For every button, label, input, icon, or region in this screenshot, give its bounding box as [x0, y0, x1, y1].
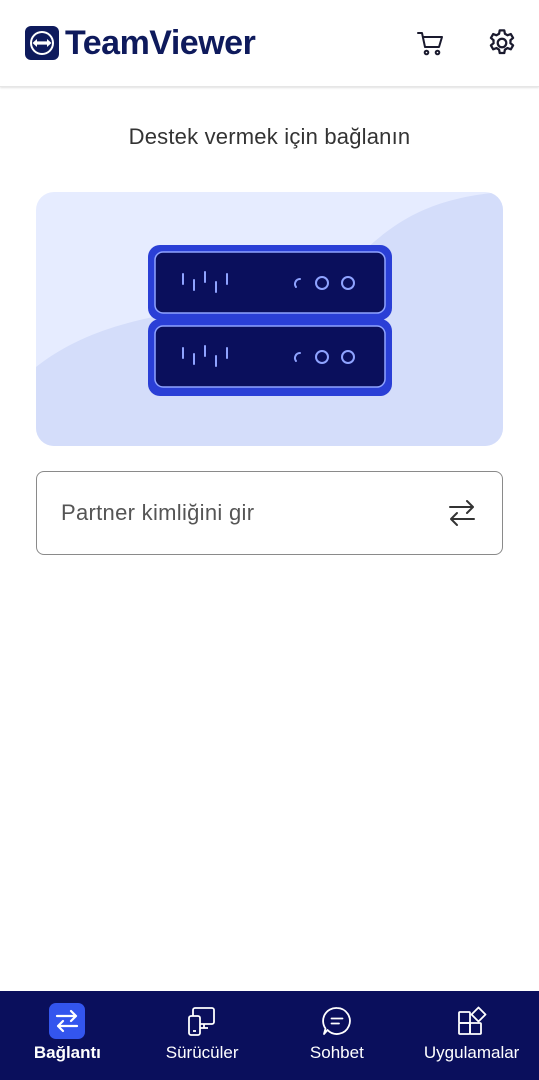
partner-id-field[interactable]: [36, 471, 503, 555]
settings-button[interactable]: [485, 26, 519, 60]
hero-illustration: [36, 192, 503, 446]
chat-icon: [319, 1003, 355, 1039]
bottom-navigation: Bağlantı Sürücüler Sohbet Uygulamalar: [0, 991, 539, 1080]
logo-text: TeamViewer: [65, 24, 256, 62]
nav-label: Sohbet: [309, 1043, 364, 1062]
cart-icon: [417, 32, 443, 56]
devices-icon: [184, 1003, 220, 1039]
teamviewer-logo: TeamViewer: [24, 24, 256, 62]
nav-item-baglanti[interactable]: Bağlantı: [0, 991, 135, 1080]
nav-item-suruculer[interactable]: Sürücüler: [135, 991, 270, 1080]
nav-label: Sürücüler: [165, 1043, 239, 1062]
nav-label: Uygulamalar: [423, 1043, 520, 1062]
gear-icon: [489, 29, 515, 55]
page-title: Destek vermek için bağlanın: [128, 124, 411, 149]
partner-id-input[interactable]: [59, 492, 433, 534]
nav-item-uygulamalar[interactable]: Uygulamalar: [404, 991, 539, 1080]
app-header: TeamViewer: [0, 0, 539, 87]
server-illustration: [36, 192, 503, 446]
apps-icon: [454, 1003, 490, 1039]
connect-swap-icon[interactable]: [445, 496, 479, 530]
cart-button[interactable]: [413, 26, 447, 60]
swap-arrows-icon: [49, 1003, 86, 1039]
nav-item-sohbet[interactable]: Sohbet: [270, 991, 405, 1080]
teamviewer-logo-icon: [25, 26, 59, 60]
nav-label: Bağlantı: [33, 1043, 101, 1062]
